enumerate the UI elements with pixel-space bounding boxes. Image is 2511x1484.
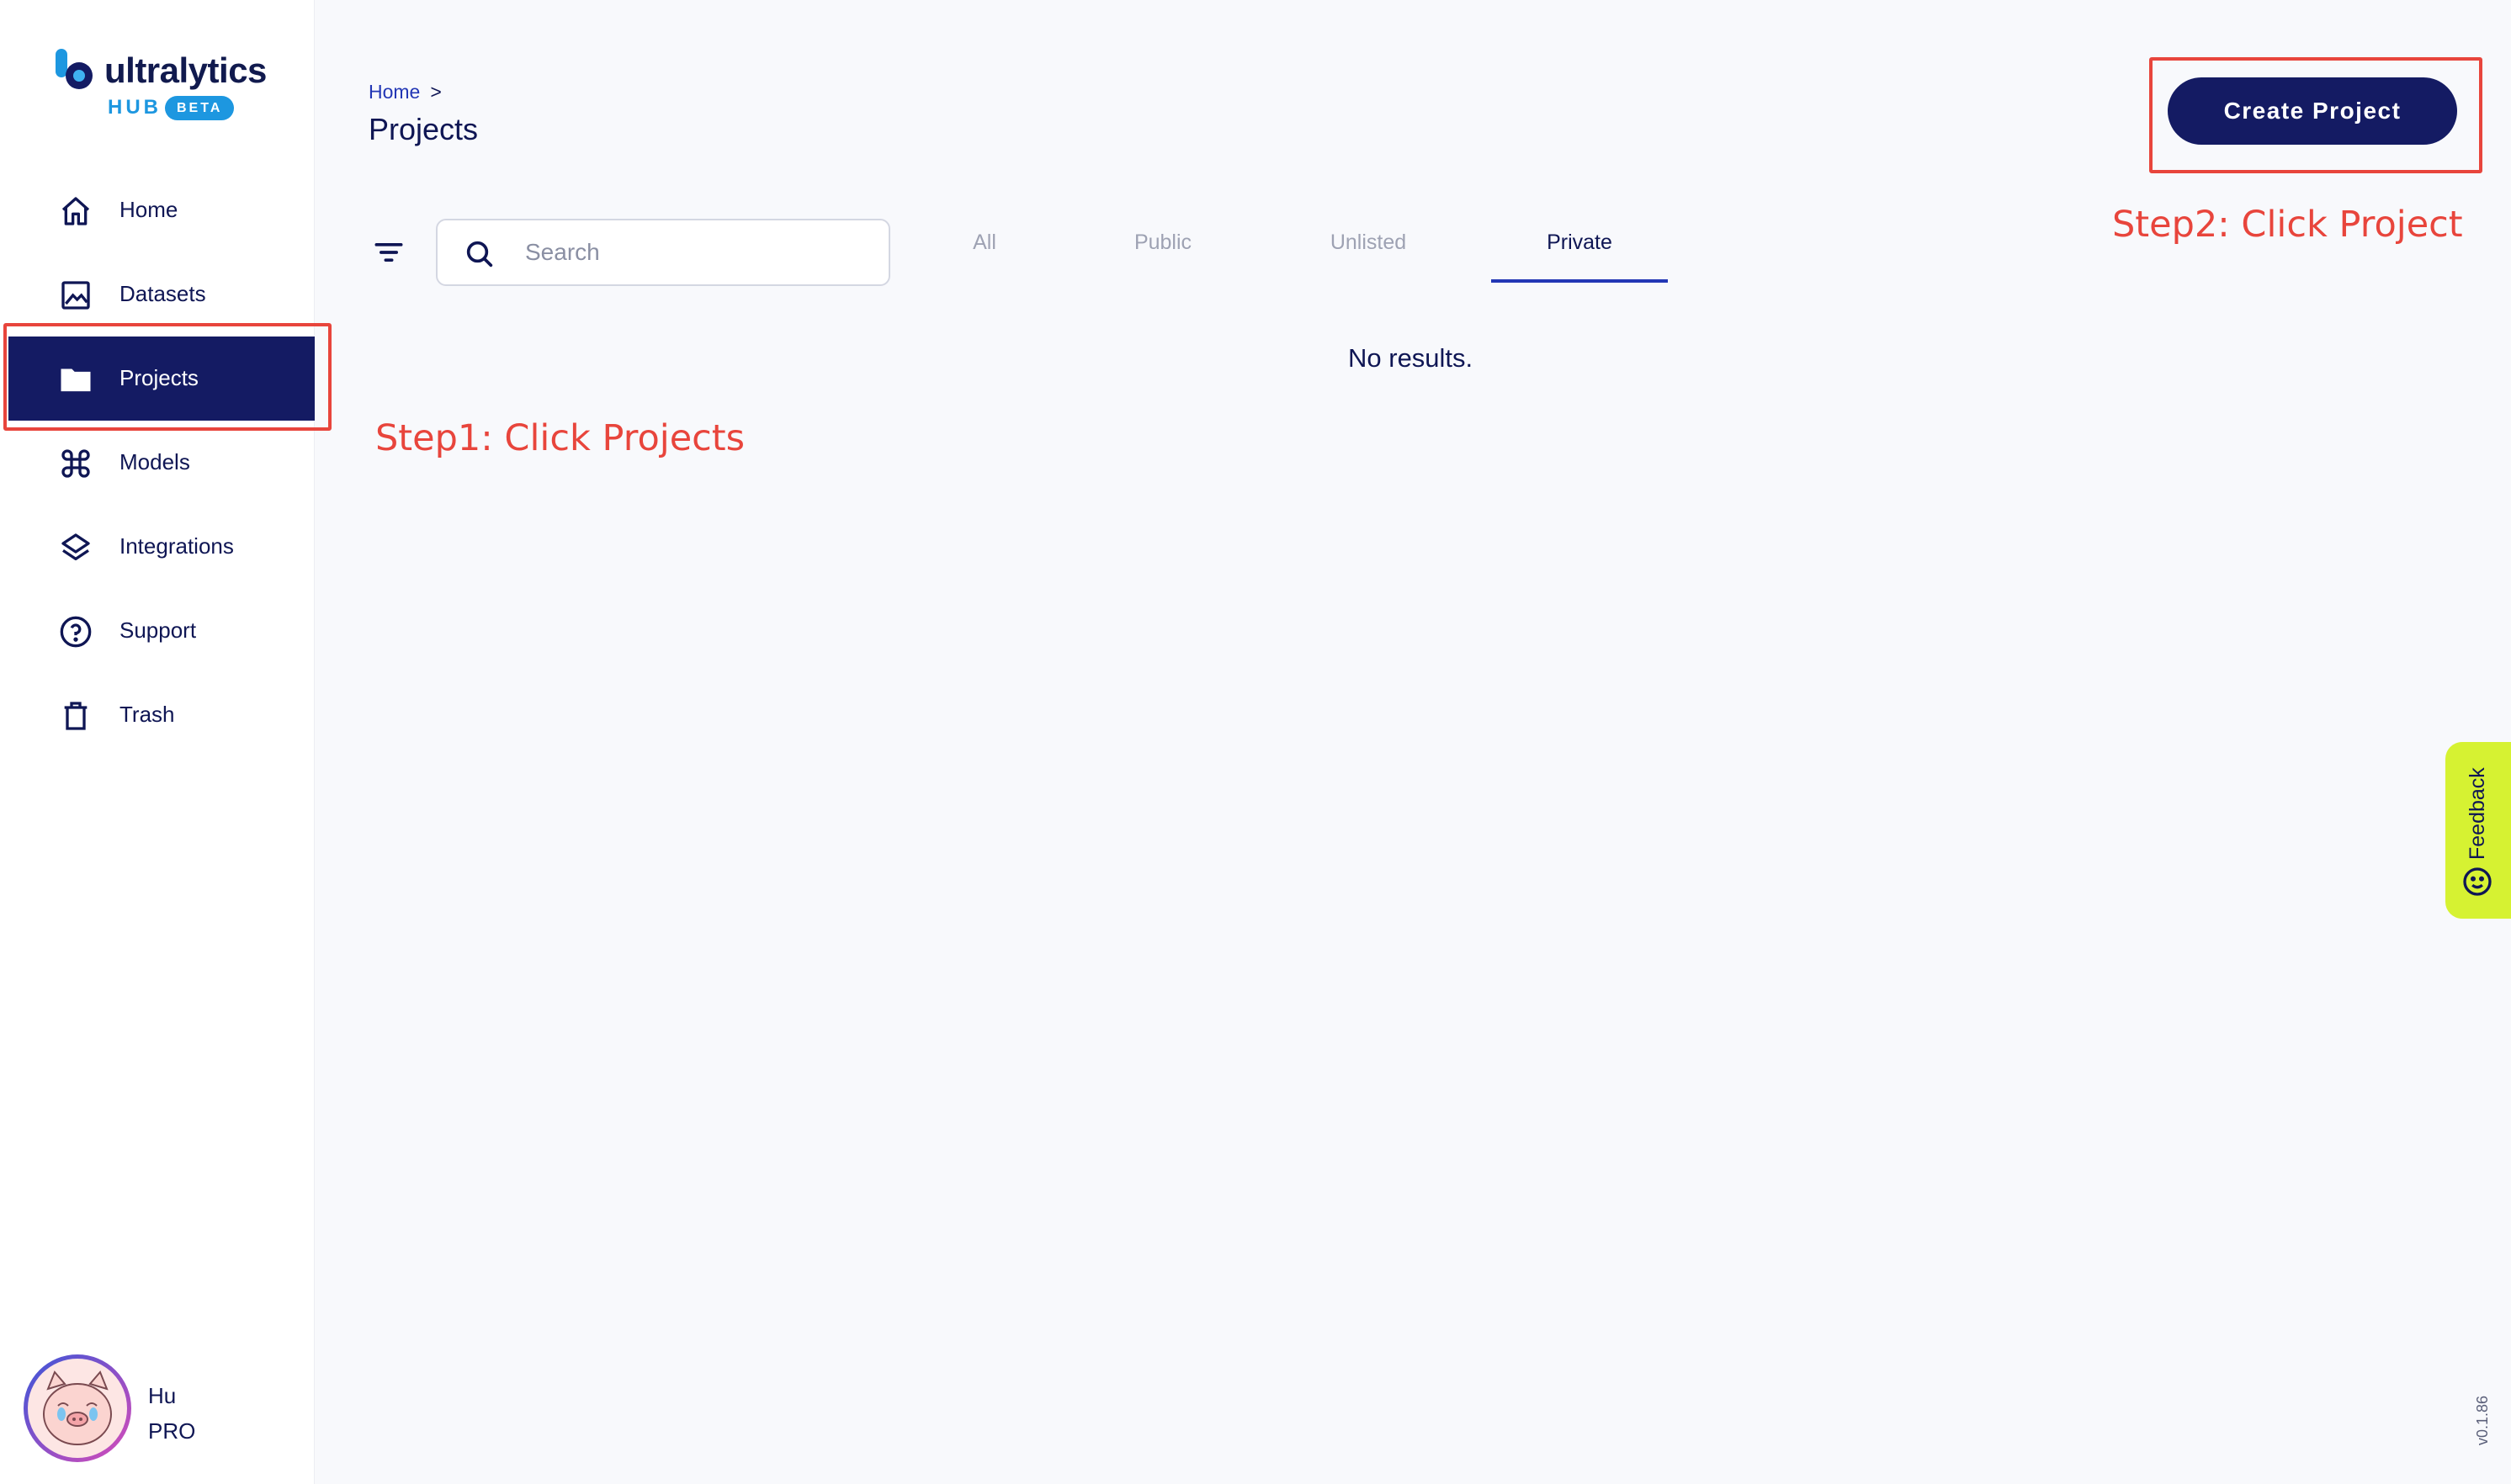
home-icon [59,194,93,228]
help-circle-icon [59,615,93,649]
version-label: v0.1.86 [2474,1395,2491,1445]
ultralytics-logo[interactable]: ultralytics HUB BETA [50,47,278,131]
breadcrumb-separator: > [430,81,442,103]
user-plan-badge: PRO [148,1418,196,1444]
layers-icon [59,531,93,564]
search-input[interactable] [525,232,862,273]
breadcrumb-home-link[interactable]: Home [369,81,420,103]
sidebar-item-support[interactable]: Support [8,589,315,673]
image-icon [59,278,93,312]
tab-public[interactable]: Public [1117,227,1208,283]
search-icon [463,237,496,275]
breadcrumb: Home > [369,81,442,103]
sidebar-item-label: Datasets [119,281,206,306]
smile-icon [2463,867,2492,896]
user-profile[interactable]: Hu PRO [24,1354,293,1464]
avatar-image [28,1359,127,1458]
annotation-step2: Step2: Click Project [2112,204,2463,246]
annotation-highlight-projects [3,323,332,431]
sidebar: ultralytics HUB BETA Home Datasets Proje… [0,0,315,1484]
avatar[interactable] [24,1354,131,1462]
annotation-highlight-create [2149,57,2482,173]
sidebar-item-models[interactable]: Models [8,421,315,505]
sidebar-item-home[interactable]: Home [8,168,315,252]
annotation-step1: Step1: Click Projects [375,417,746,459]
sidebar-item-label: Models [119,449,190,474]
tab-unlisted[interactable]: Unlisted [1311,227,1425,283]
feedback-label: Feedback [2466,767,2489,860]
sidebar-item-label: Home [119,197,178,222]
tab-all[interactable]: All [953,227,1017,283]
sidebar-item-label: Support [119,617,197,643]
sidebar-item-label: Integrations [119,533,234,559]
feedback-tab[interactable]: Feedback [2445,742,2511,919]
brand-hub: HUB [108,96,162,119]
ultralytics-logo-icon [56,49,93,89]
brand-name: ultralytics [104,50,267,90]
empty-results-message: No results. [1348,343,1473,373]
trash-icon [59,699,93,733]
search-box[interactable] [436,219,890,286]
tab-private[interactable]: Private [1491,227,1668,283]
beta-badge: BETA [165,96,235,120]
sidebar-item-label: Trash [119,702,175,727]
command-icon [59,447,93,480]
filter-icon[interactable] [370,234,407,271]
sidebar-item-integrations[interactable]: Integrations [8,505,315,589]
user-name: Hu [148,1383,177,1408]
sidebar-item-trash[interactable]: Trash [8,673,315,757]
page-title: Projects [369,112,479,146]
